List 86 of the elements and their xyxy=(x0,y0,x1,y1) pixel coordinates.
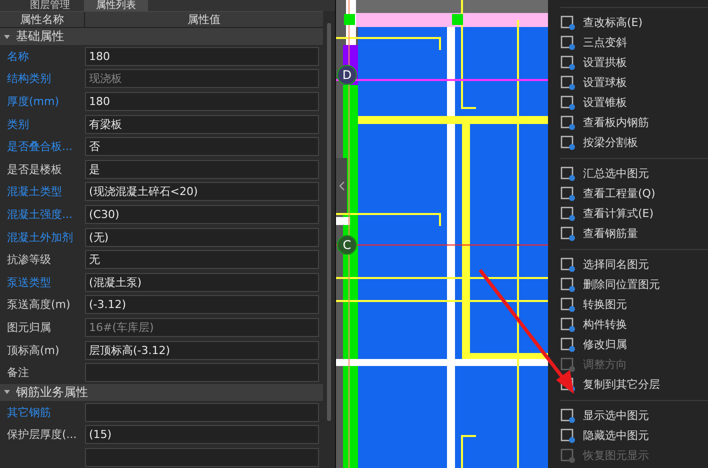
property-value-field[interactable]: (无) xyxy=(85,228,319,247)
square-icon xyxy=(560,408,576,424)
square-icon xyxy=(560,428,576,444)
property-name: 保护层厚度(... xyxy=(7,428,77,442)
square-icon xyxy=(560,256,576,273)
menu-item[interactable]: 显示选中图元 xyxy=(548,406,708,426)
menu-item[interactable]: 三点变斜 xyxy=(548,32,708,53)
square-icon xyxy=(560,296,576,313)
square-icon xyxy=(560,54,576,71)
square-icon xyxy=(560,316,576,333)
menu-item[interactable]: 修改归属 xyxy=(548,334,708,355)
group-header[interactable]: 钢筋业务属性 xyxy=(0,384,323,401)
square-icon xyxy=(560,336,576,353)
property-name: 其它钢筋 xyxy=(7,406,51,419)
group-title: 钢筋业务属性 xyxy=(16,384,88,401)
property-name: 混凝土外加剂 xyxy=(7,230,73,244)
property-name: 是否是楼板 xyxy=(7,162,62,176)
property-name: 混凝土类型 xyxy=(7,185,62,198)
menu-item[interactable]: 查看计算式(E) xyxy=(548,204,708,224)
panel-tab[interactable]: 属性列表 xyxy=(84,0,148,11)
menu-item[interactable]: 构件转换 xyxy=(548,314,708,335)
menu-item[interactable]: 转换图元 xyxy=(548,294,708,315)
menu-item[interactable]: 查看板内钢筋 xyxy=(548,112,708,133)
property-name: 顶标高(m) xyxy=(7,344,60,357)
square-icon xyxy=(560,94,576,111)
property-value-field[interactable]: (-3.12) xyxy=(85,295,319,314)
property-name: 备注 xyxy=(7,366,29,380)
group-header[interactable]: 基础属性 xyxy=(0,28,323,45)
property-name: 厚度(mm) xyxy=(7,94,60,108)
group-title: 基础属性 xyxy=(16,28,64,45)
menu-item[interactable]: 汇总选中图元 xyxy=(548,164,708,184)
property-value-field[interactable]: 180 xyxy=(85,46,319,66)
square-icon xyxy=(560,186,576,202)
square-icon xyxy=(560,166,576,182)
property-name: 混凝土强度... xyxy=(7,208,72,221)
property-value-field[interactable]: (混凝土泵) xyxy=(85,272,319,292)
menu-item[interactable]: 设置球板 xyxy=(548,72,708,93)
property-value-field[interactable]: (15) xyxy=(85,425,319,444)
property-value-field[interactable]: (现浇混凝土碎石<20) xyxy=(85,182,319,202)
property-name: 泵送高度(m) xyxy=(7,298,70,312)
menu-item[interactable]: 查看工程量(Q) xyxy=(548,184,708,204)
property-value-field[interactable]: 180 xyxy=(85,92,319,111)
menu-item[interactable]: 设置锥板 xyxy=(548,92,708,113)
property-value-field[interactable] xyxy=(85,363,319,382)
triangle-icon xyxy=(4,390,10,394)
property-name: 抗渗等级 xyxy=(7,253,51,266)
property-value-field[interactable]: 层顶标高(-3.12) xyxy=(85,340,319,360)
menu-item[interactable]: 隐藏选中图元 xyxy=(548,426,708,446)
square-icon xyxy=(560,134,576,151)
collapse-handle[interactable] xyxy=(336,158,347,213)
chevron-left-icon xyxy=(338,180,344,190)
square-icon xyxy=(560,226,576,242)
square-icon xyxy=(560,448,576,464)
menu-item[interactable]: 设置拱板 xyxy=(548,52,708,73)
menu-item[interactable]: 按梁分割板 xyxy=(548,132,708,153)
square-icon xyxy=(560,276,576,293)
property-name: 类别 xyxy=(7,118,29,131)
property-value-field[interactable]: 有梁板 xyxy=(85,114,319,134)
square-icon xyxy=(560,14,576,31)
property-value-field[interactable]: 否 xyxy=(85,137,319,156)
square-icon xyxy=(560,356,576,373)
panel-tab[interactable]: 图层管理 xyxy=(18,0,82,11)
property-value-field[interactable]: 是 xyxy=(85,160,319,179)
square-icon xyxy=(560,34,576,51)
property-name: 图元归属 xyxy=(7,320,51,334)
property-value-field[interactable] xyxy=(85,402,319,422)
scrollbar-thumb[interactable] xyxy=(327,23,331,421)
column-header: 属性名称 xyxy=(0,12,85,27)
menu-item[interactable]: 选择同名图元 xyxy=(548,254,708,275)
property-name: 泵送类型 xyxy=(7,276,51,289)
menu-item[interactable]: 删除同位置图元 xyxy=(548,274,708,295)
property-name: 名称 xyxy=(7,50,29,63)
menu-item[interactable]: 查改标高(E) xyxy=(548,12,708,33)
column-header: 属性值 xyxy=(186,12,222,27)
property-name: 是否叠合板... xyxy=(7,140,72,154)
property-value-field[interactable]: 无 xyxy=(85,250,319,270)
square-icon xyxy=(560,114,576,131)
menu-item[interactable]: 查看钢筋量 xyxy=(548,224,708,244)
property-value-field[interactable] xyxy=(85,448,319,467)
square-icon xyxy=(560,74,576,91)
property-name: 结构类别 xyxy=(7,72,51,86)
property-value-field[interactable]: (C30) xyxy=(85,204,319,224)
triangle-icon xyxy=(4,34,10,38)
property-value-field[interactable]: 16#(车库层) xyxy=(85,318,319,337)
property-value-field[interactable]: 现浇板 xyxy=(85,69,319,88)
square-icon xyxy=(560,206,576,222)
